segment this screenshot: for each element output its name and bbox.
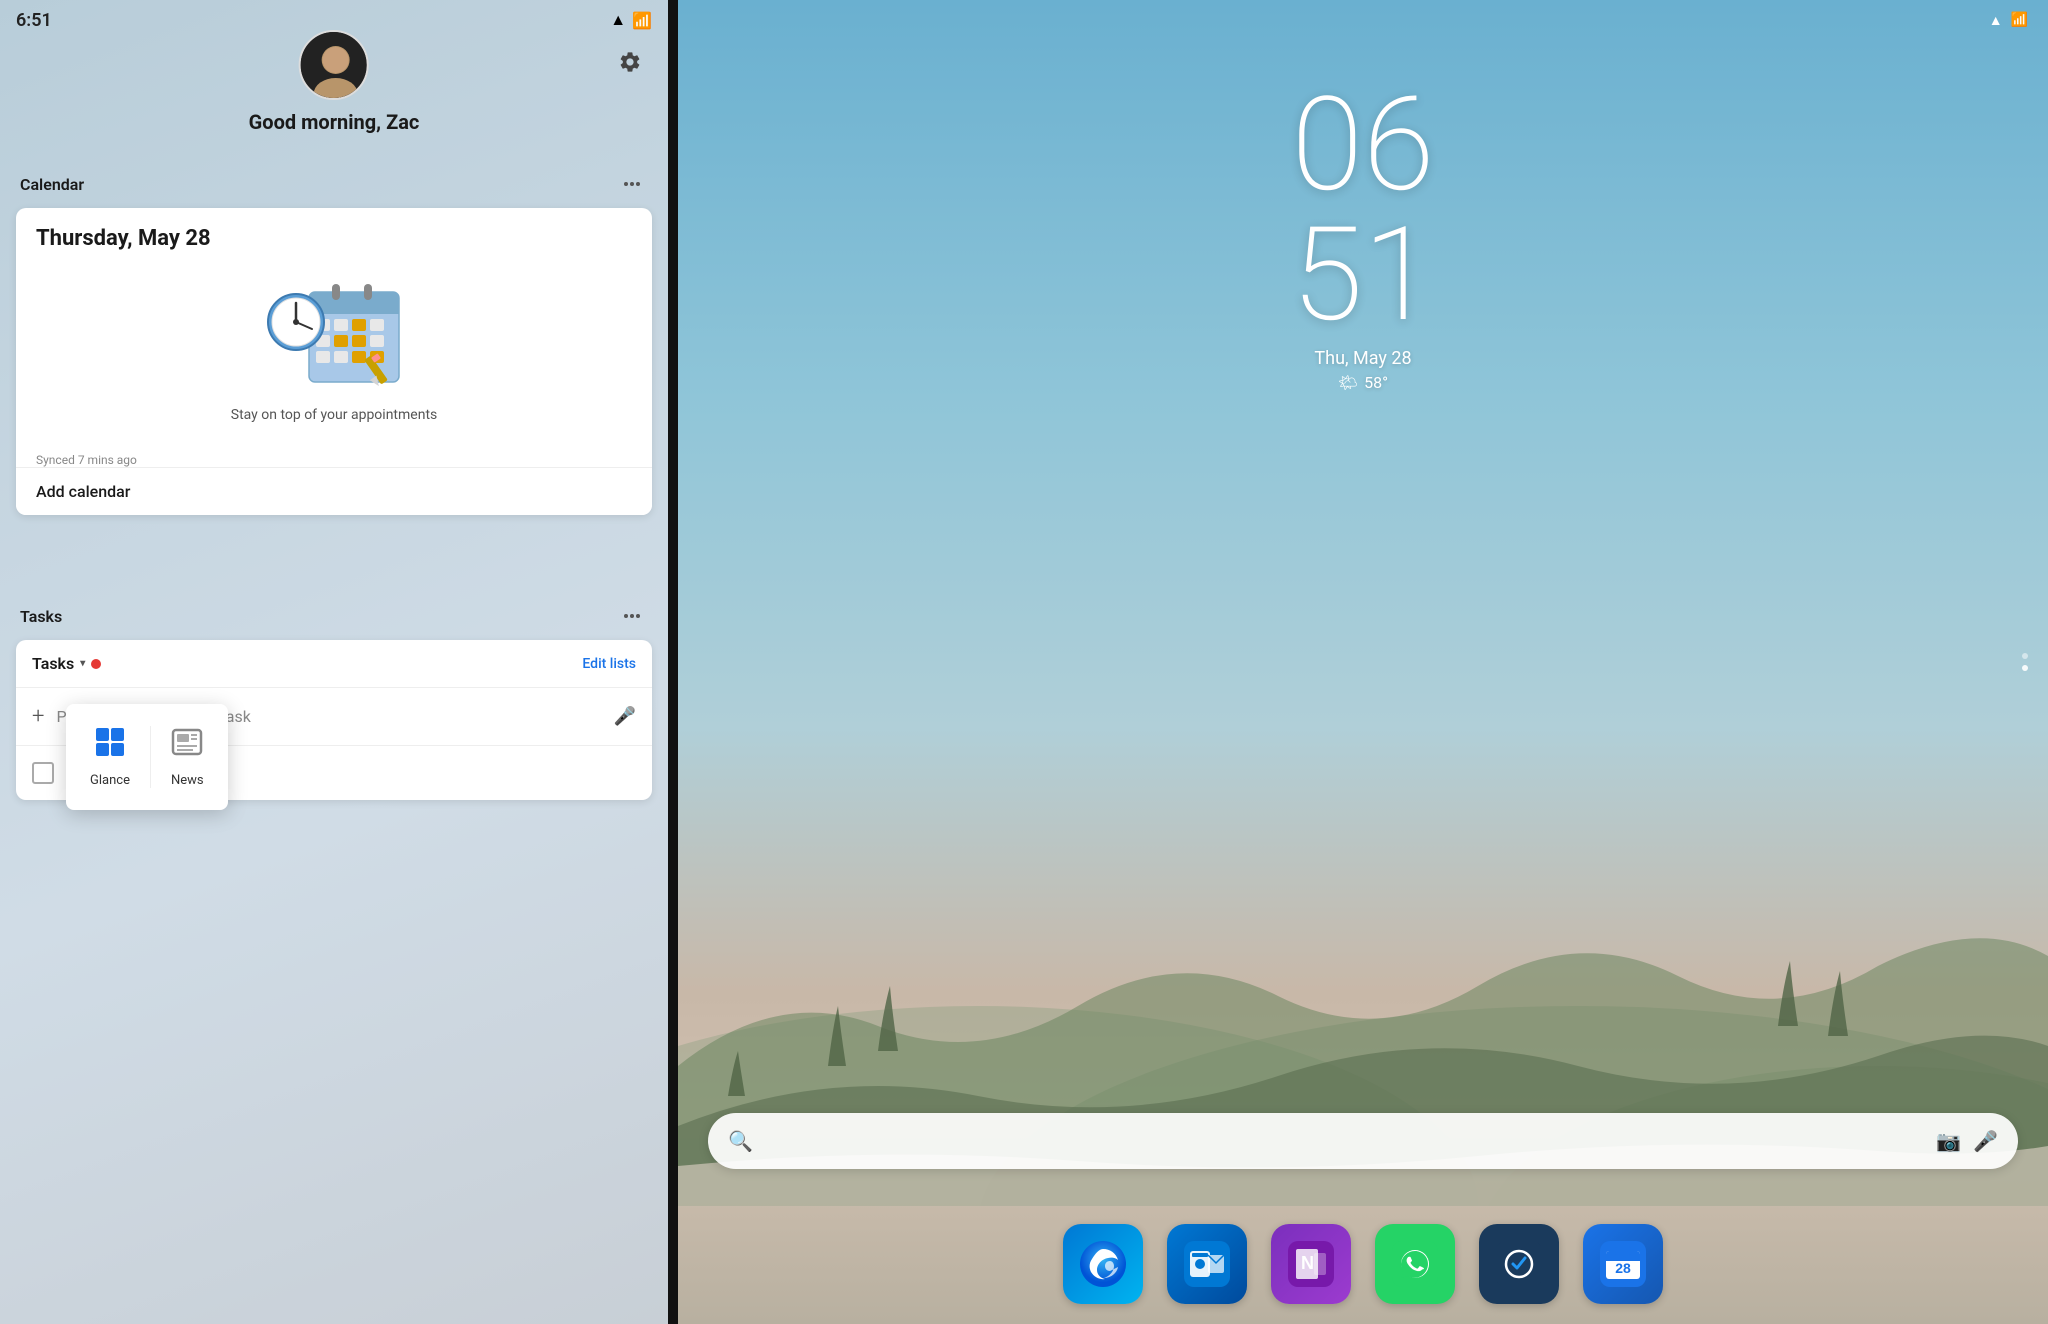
right-status-bar: ▲ 📶 xyxy=(678,0,2048,40)
svg-text:N: N xyxy=(1301,1253,1314,1273)
calendar-section: Calendar Thursday, May 28 xyxy=(16,168,652,515)
popup-news-label: News xyxy=(171,773,204,788)
clock-minute: 51 xyxy=(1291,210,1434,340)
edge-icon xyxy=(1080,1241,1126,1287)
clock-temp: 58° xyxy=(1364,373,1388,392)
tasks-header-row: Tasks ▾ Edit lists xyxy=(16,640,652,688)
tasks-section: Tasks Tasks ▾ Edit lists + Press enter t… xyxy=(16,600,652,800)
calendar-illustration xyxy=(36,267,632,397)
clock-widget: 06 51 Thu, May 28 🌤 58° xyxy=(1291,80,1434,392)
outlook-icon xyxy=(1184,1241,1230,1287)
tasks-card: Tasks ▾ Edit lists + Press enter to crea… xyxy=(16,640,652,800)
dock-app-calendar[interactable]: 28 xyxy=(1583,1224,1663,1304)
pagination-dots xyxy=(2022,653,2028,671)
tasks-dot xyxy=(91,659,101,669)
clock-weather: 🌤 58° xyxy=(1291,373,1434,392)
avatar-image xyxy=(301,32,369,100)
dock-app-todo[interactable] xyxy=(1479,1224,1559,1304)
calendar-clock-illustration xyxy=(254,267,414,397)
calendar-28-icon: 28 xyxy=(1600,1241,1646,1287)
tdot2 xyxy=(630,614,634,618)
center-divider xyxy=(668,0,678,1324)
dot1 xyxy=(624,182,628,186)
tasks-dropdown-arrow[interactable]: ▾ xyxy=(80,658,85,669)
right-panel: ▲ 📶 06 51 Thu, May 28 🌤 58° xyxy=(678,0,2048,1324)
dock-app-whatsapp[interactable] xyxy=(1375,1224,1455,1304)
dock-app-onenote[interactable]: N xyxy=(1271,1224,1351,1304)
calendar-card-inner: Thursday, May 28 xyxy=(16,208,652,445)
onenote-icon: N xyxy=(1288,1241,1334,1287)
todo-icon xyxy=(1496,1241,1542,1287)
search-icon: 🔍 xyxy=(728,1129,753,1153)
news-paper-icon xyxy=(171,726,203,758)
calendar-more-button[interactable] xyxy=(616,168,648,200)
popup-glance-item[interactable]: Glance xyxy=(70,716,150,798)
calendar-tagline: Stay on top of your appointments xyxy=(36,407,632,423)
status-time: 6:51 xyxy=(16,10,52,31)
synced-info: Synced 7 mins ago xyxy=(16,445,652,467)
whatsapp-icon xyxy=(1392,1241,1438,1287)
clock-date: Thu, May 28 xyxy=(1291,348,1434,369)
add-calendar-button[interactable]: Add calendar xyxy=(16,467,652,515)
tasks-more-button[interactable] xyxy=(616,600,648,632)
tasks-section-title: Tasks xyxy=(20,607,62,626)
status-icons: ▲ 📶 xyxy=(610,10,652,30)
settings-button[interactable] xyxy=(612,44,648,80)
clock-hour: 06 xyxy=(1291,80,1434,210)
status-bar: 6:51 ▲ 📶 xyxy=(0,0,668,40)
right-status-icons: ▲ 📶 xyxy=(1989,12,2028,29)
tdot3 xyxy=(636,614,640,618)
right-wifi-icon: ▲ xyxy=(1989,12,2003,29)
calendar-date: Thursday, May 28 xyxy=(36,226,632,251)
mic-icon[interactable]: 🎤 xyxy=(614,706,636,727)
page-dot-1 xyxy=(2022,653,2028,659)
greeting-text: Good morning, Zac xyxy=(249,110,420,134)
dock-app-outlook[interactable] xyxy=(1167,1224,1247,1304)
dock-app-edge[interactable] xyxy=(1063,1224,1143,1304)
edit-lists-button[interactable]: Edit lists xyxy=(582,656,636,672)
weather-icon: 🌤 xyxy=(1338,373,1358,392)
search-bar[interactable]: 🔍 📷 🎤 xyxy=(708,1113,2018,1169)
svg-text:28: 28 xyxy=(1615,1260,1631,1276)
dot2 xyxy=(630,182,634,186)
dot3 xyxy=(636,182,640,186)
plus-icon: + xyxy=(32,704,44,729)
popup-glance-label: Glance xyxy=(90,773,130,788)
right-signal-icon: 📶 xyxy=(2011,12,2028,28)
calendar-section-title: Calendar xyxy=(20,175,84,194)
task-item-row: Pick up gr Glance xyxy=(16,746,652,800)
dock: N 28 xyxy=(708,1224,2018,1304)
popup-menu: Glance xyxy=(66,704,228,810)
gear-icon xyxy=(618,50,642,74)
avatar[interactable] xyxy=(299,30,369,100)
tdot1 xyxy=(624,614,628,618)
calendar-section-header: Calendar xyxy=(16,168,652,200)
glance-icon xyxy=(94,726,126,765)
left-panel: 6:51 ▲ 📶 Good morning, Zac Calendar xyxy=(0,0,668,1324)
greeting-section: Good morning, Zac xyxy=(249,30,420,134)
news-icon xyxy=(171,726,203,765)
camera-icon[interactable]: 📷 xyxy=(1936,1129,1961,1153)
page-dot-2 xyxy=(2022,665,2028,671)
task-checkbox[interactable] xyxy=(32,762,54,784)
signal-icon: 📶 xyxy=(632,11,652,30)
search-bar-container: 🔍 📷 🎤 xyxy=(708,1113,2018,1169)
popup-news-item[interactable]: News xyxy=(151,716,224,798)
tasks-section-header: Tasks xyxy=(16,600,652,632)
mic-search-icon[interactable]: 🎤 xyxy=(1973,1129,1998,1153)
glance-grid-icon xyxy=(94,726,126,758)
wifi-icon: ▲ xyxy=(610,10,626,30)
calendar-card: Thursday, May 28 xyxy=(16,208,652,515)
tasks-list-label: Tasks ▾ xyxy=(32,654,101,673)
